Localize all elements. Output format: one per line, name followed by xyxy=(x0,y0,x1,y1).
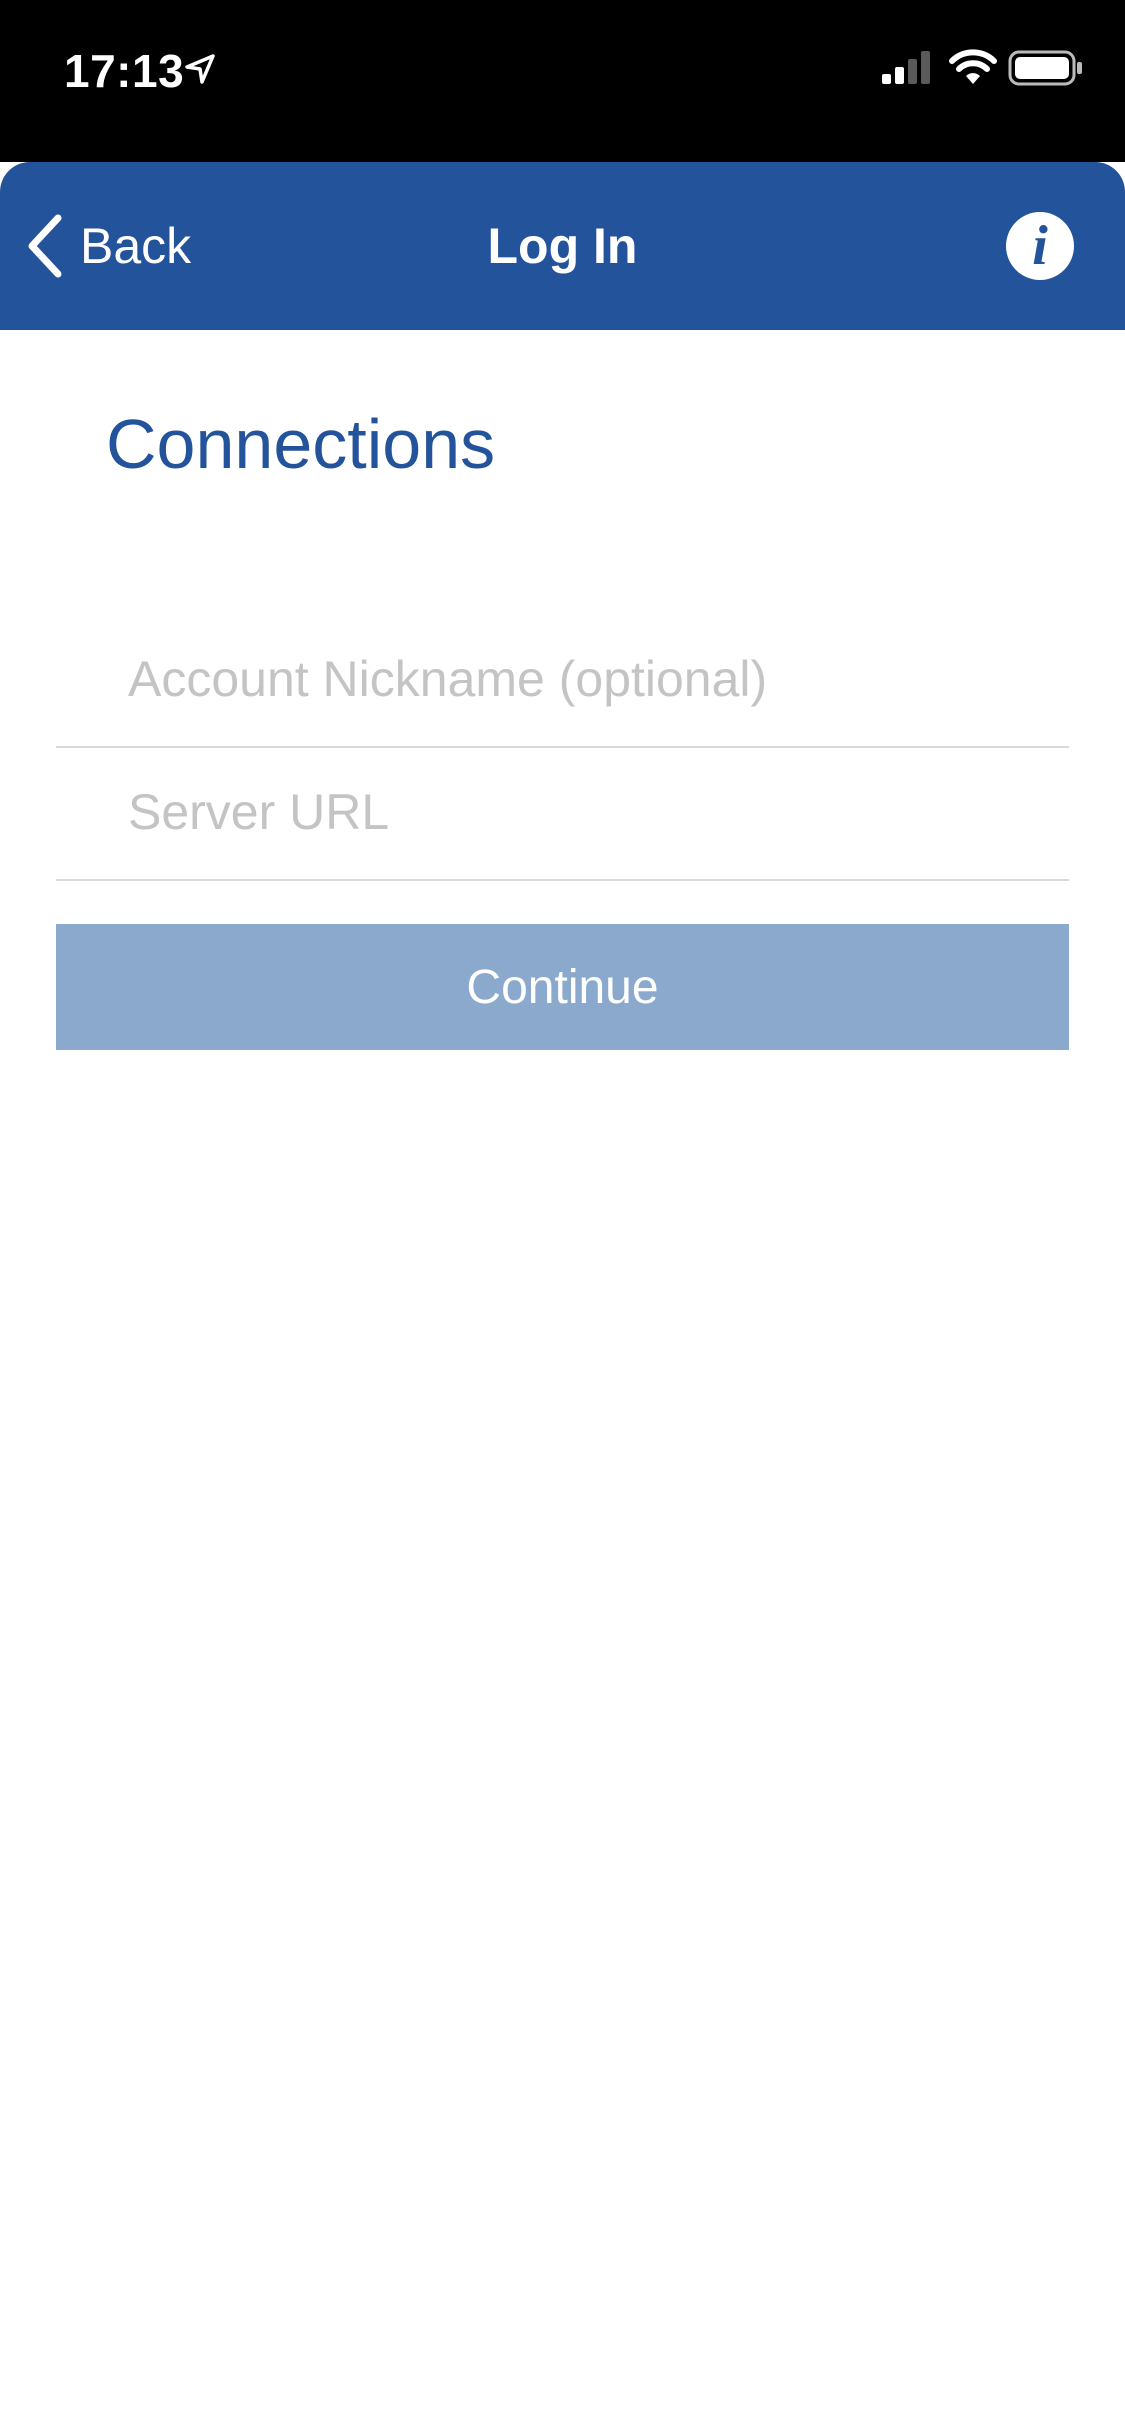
account-nickname-input[interactable] xyxy=(128,614,1048,744)
status-time: 17:13 xyxy=(64,45,185,97)
battery-icon xyxy=(1008,50,1082,86)
wifi-icon xyxy=(949,49,997,84)
cellular-signal-icon xyxy=(882,51,930,84)
back-button[interactable]: Back xyxy=(24,210,191,282)
login-screen: 17:13 Back Log In i Connections Account … xyxy=(0,0,1125,2436)
section-title: Connections xyxy=(106,405,496,483)
server-url-input[interactable] xyxy=(128,747,1048,877)
account-nickname-field xyxy=(56,614,1069,748)
chevron-left-icon xyxy=(28,214,62,278)
back-label: Back xyxy=(80,218,192,274)
server-url-field xyxy=(56,747,1069,881)
info-button[interactable]: i xyxy=(1006,212,1074,280)
navigation-bar: Back Log In i xyxy=(0,162,1125,330)
status-bar: 17:13 xyxy=(0,0,1125,162)
location-arrow-icon xyxy=(185,54,215,84)
continue-button[interactable]: Continue xyxy=(56,924,1069,1050)
info-icon: i xyxy=(1032,215,1048,277)
